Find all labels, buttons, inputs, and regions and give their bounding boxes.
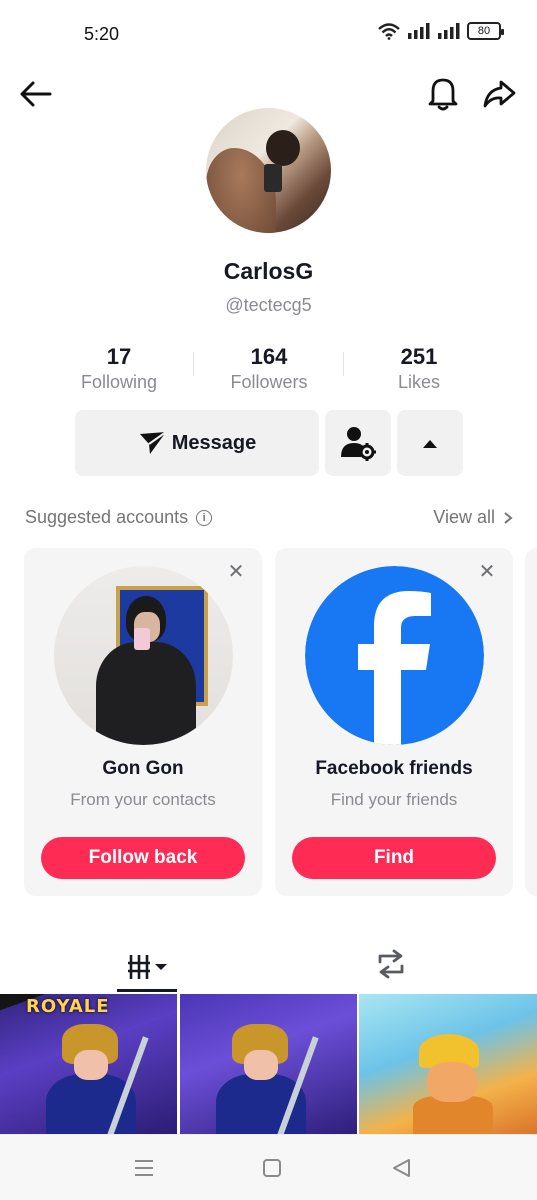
video-thumbnail[interactable]: [180, 994, 357, 1134]
status-icons: 80: [377, 22, 504, 40]
stat-label: Followers: [230, 372, 308, 392]
suggested-accounts-title: Suggested accounts i: [25, 507, 213, 528]
stat-followers[interactable]: 164 Followers: [194, 344, 344, 393]
person-settings-icon: [341, 427, 376, 461]
view-all-link[interactable]: View all: [433, 507, 513, 528]
avatar-phone: [264, 164, 282, 192]
suggested-avatar[interactable]: [54, 566, 233, 745]
suggested-card-peek[interactable]: [525, 548, 537, 896]
thumbnail-character: [399, 1034, 509, 1134]
send-icon: [139, 431, 167, 454]
facebook-logo-icon: [305, 566, 484, 745]
stat-following[interactable]: 17 Following: [44, 344, 194, 393]
video-thumbnail[interactable]: [359, 994, 537, 1134]
character-face: [244, 1050, 278, 1080]
follow-back-button[interactable]: Follow back: [41, 837, 245, 879]
suggested-name: Facebook friends: [315, 758, 473, 779]
signal-icon-2: [438, 23, 460, 39]
home-icon[interactable]: [263, 1159, 281, 1177]
wifi-icon: [378, 23, 400, 40]
status-time: 5:20: [84, 24, 120, 44]
message-button[interactable]: Message: [75, 410, 319, 476]
expand-suggested-button[interactable]: [397, 410, 463, 476]
suggested-name: Gon Gon: [102, 758, 184, 779]
thumbnail-title: ROYALE: [26, 996, 110, 1017]
stat-value: 17: [106, 344, 132, 369]
profile-avatar[interactable]: [206, 108, 331, 233]
suggested-subtitle: From your contacts: [70, 790, 216, 809]
stat-value: 164: [250, 344, 288, 369]
grid-sort-icon: [128, 955, 167, 979]
photo-phone: [134, 628, 150, 650]
tab-reposts[interactable]: [366, 944, 416, 984]
suggested-card[interactable]: ✕ Facebook friends Find your friends Fin…: [275, 548, 513, 896]
signal-icon: [408, 23, 430, 39]
repost-icon: [378, 949, 404, 979]
suggested-title-text: Suggested accounts: [25, 507, 189, 527]
stat-likes[interactable]: 251 Likes: [344, 344, 494, 393]
info-icon[interactable]: i: [196, 509, 213, 526]
stat-label: Likes: [397, 372, 441, 392]
system-navigation-bar: [0, 1134, 537, 1200]
avatar-head: [266, 130, 300, 166]
video-thumbnail[interactable]: ROYALE: [0, 994, 177, 1134]
share-icon[interactable]: [481, 76, 517, 112]
profile-handle: @tectecg5: [225, 295, 312, 315]
status-bar: 5:20 80: [0, 0, 537, 70]
chevron-right-icon: [504, 511, 513, 524]
thumbnail-character: [40, 1024, 149, 1134]
character-face: [74, 1050, 108, 1080]
stat-value: 251: [400, 344, 438, 369]
stat-label: Following: [80, 372, 158, 392]
friend-settings-button[interactable]: [325, 410, 391, 476]
back-triangle-icon[interactable]: [390, 1157, 412, 1179]
profile-display-name: CarlosG: [223, 258, 314, 284]
character-face: [427, 1062, 477, 1102]
close-icon[interactable]: ✕: [477, 562, 497, 582]
thumbnail-character: [210, 1024, 319, 1134]
facebook-f-glyph: [358, 591, 431, 745]
suggested-subtitle: Find your friends: [330, 790, 458, 809]
photo-jacket: [96, 642, 196, 745]
tab-videos[interactable]: [118, 942, 178, 992]
message-button-label: Message: [171, 431, 257, 454]
caret-up-icon: [423, 440, 437, 448]
suggested-card[interactable]: ✕ Gon Gon From your contacts Follow back: [24, 548, 262, 896]
contact-photo: [54, 566, 233, 745]
active-tab-indicator: [117, 989, 177, 992]
menu-icon[interactable]: [133, 1159, 155, 1177]
view-all-label: View all: [433, 507, 495, 527]
suggested-avatar[interactable]: [305, 566, 484, 745]
find-button[interactable]: Find: [292, 837, 496, 879]
bell-icon[interactable]: [425, 74, 461, 112]
battery-indicator: 80: [467, 22, 504, 40]
back-arrow-icon[interactable]: [18, 76, 54, 112]
